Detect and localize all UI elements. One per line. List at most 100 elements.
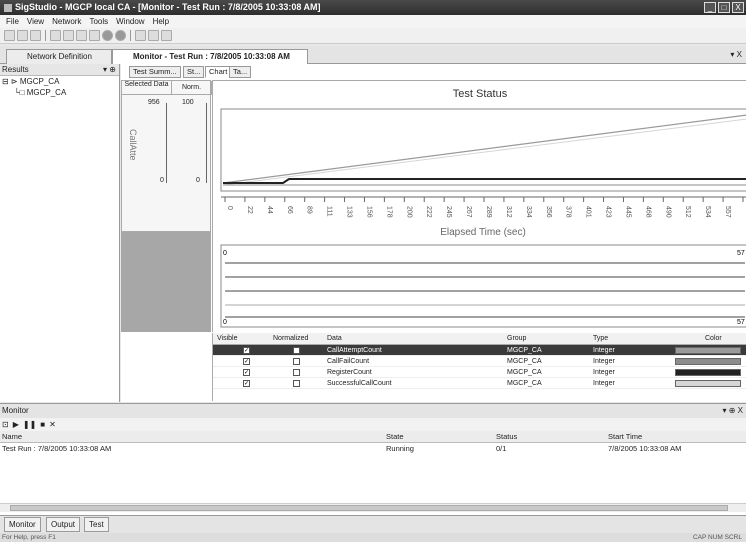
- series-row[interactable]: ✓ CallAttemptCount MGCP_CA Integer: [213, 345, 746, 356]
- normalized-checkbox[interactable]: [293, 358, 300, 365]
- x-tick-label: 334: [525, 206, 532, 218]
- tab-close-icon[interactable]: ▾ X: [730, 50, 742, 59]
- subtab-table[interactable]: Ta...: [229, 66, 252, 78]
- norm-max-label: 100: [182, 99, 194, 106]
- export-icon[interactable]: ⊡: [2, 420, 9, 429]
- col-data: Data: [327, 335, 342, 342]
- x-tick-label: 468: [644, 206, 651, 218]
- series-table-header: Visible Normalized Data Group Type Color: [213, 333, 746, 345]
- x-tick-label: 44: [266, 206, 273, 214]
- normalized-checkbox[interactable]: [293, 347, 300, 354]
- menu-file[interactable]: File: [6, 17, 19, 26]
- menu-tools[interactable]: Tools: [89, 17, 108, 26]
- tree-item-child[interactable]: └□ MGCP_CA: [0, 87, 119, 98]
- save-icon[interactable]: [30, 30, 41, 41]
- monitor-pin-icon[interactable]: ▾ ⊕ X: [723, 404, 744, 418]
- normalized-checkbox[interactable]: [293, 380, 300, 387]
- cell-data: RegisterCount: [327, 369, 372, 376]
- col-name[interactable]: Name: [2, 431, 22, 443]
- subtab-test-summary[interactable]: Test Summ...: [129, 66, 181, 78]
- stop-icon[interactable]: ■: [40, 420, 45, 429]
- color-swatch[interactable]: [675, 347, 741, 354]
- overview-start-bottom: 0: [223, 319, 227, 326]
- tab-network-definition[interactable]: Network Definition: [6, 49, 112, 64]
- visible-checkbox[interactable]: ✓: [243, 358, 250, 365]
- new-icon[interactable]: [4, 30, 15, 41]
- x-ticks-group: 0 22 44 66 89 111 133 156 178 200 222 245 267 289 312 3…: [224, 197, 746, 218]
- paste-icon[interactable]: [76, 30, 87, 41]
- overview-area[interactable]: [220, 244, 746, 328]
- close-button[interactable]: X: [732, 2, 744, 13]
- visible-checkbox[interactable]: ✓: [243, 347, 250, 354]
- stop-icon[interactable]: [115, 30, 126, 41]
- color-swatch[interactable]: [675, 380, 741, 387]
- monitor-tab-label: Monitor - Test Run : 7/8/2005 10:33:08 A…: [133, 52, 290, 61]
- visible-checkbox[interactable]: ✓: [243, 380, 250, 387]
- monitor-panel: Monitor ▾ ⊕ X ⊡ ▶ ❚❚ ■ ✕ Name State Stat…: [0, 403, 746, 515]
- tab-monitor[interactable]: Monitor - Test Run : 7/8/2005 10:33:08 A…: [112, 49, 308, 64]
- step-icon[interactable]: [135, 30, 146, 41]
- tab-test[interactable]: Test: [84, 517, 109, 532]
- x-tick-label: 178: [385, 206, 392, 218]
- cell-type: Integer: [593, 369, 615, 376]
- x-tick-label: 401: [585, 206, 592, 218]
- cut-icon[interactable]: [50, 30, 61, 41]
- tree-item-root[interactable]: ⊟ ⊳ MGCP_CA: [0, 76, 119, 87]
- x-tick-label: 356: [545, 206, 552, 218]
- selected-data-header: Selected Data: [122, 81, 172, 95]
- raw-min-label: 0: [160, 177, 164, 184]
- copy-icon[interactable]: [63, 30, 74, 41]
- toolbar: [0, 28, 746, 44]
- color-swatch[interactable]: [675, 369, 741, 376]
- collapse-icon[interactable]: ⊟ ⊳: [2, 77, 20, 86]
- app-icon: [4, 3, 12, 12]
- subtab-chart[interactable]: Chart: [205, 66, 232, 78]
- menu-window[interactable]: Window: [116, 17, 144, 26]
- minimize-button[interactable]: _: [704, 2, 716, 13]
- series-row[interactable]: ✓ SuccessfulCallCount MGCP_CA Integer: [213, 378, 746, 389]
- menu-network[interactable]: Network: [52, 17, 81, 26]
- series-row[interactable]: ✓ CallFailCount MGCP_CA Integer: [213, 356, 746, 367]
- status-help: For Help, press F1: [2, 534, 56, 541]
- subtab-status[interactable]: St...: [183, 66, 205, 78]
- visible-checkbox[interactable]: ✓: [243, 369, 250, 376]
- results-pin-icon[interactable]: ▾ ⊕: [103, 64, 116, 75]
- run-icon[interactable]: [102, 30, 113, 41]
- normalized-checkbox[interactable]: [293, 369, 300, 376]
- monitor-icon[interactable]: [148, 30, 159, 41]
- results-header: Results ▾ ⊕: [0, 64, 119, 76]
- x-tick-label: 534: [704, 206, 711, 218]
- raw-max-label: 956: [148, 99, 160, 106]
- menu-view[interactable]: View: [27, 17, 44, 26]
- monitor-row[interactable]: Test Run : 7/8/2005 10:33:08 AM Running …: [0, 443, 746, 454]
- monitor-header: Monitor ▾ ⊕ X: [0, 404, 746, 418]
- series-row[interactable]: ✓ RegisterCount MGCP_CA Integer: [213, 367, 746, 378]
- tab-monitor-bottom[interactable]: Monitor: [4, 517, 41, 532]
- scroll-thumb[interactable]: [10, 505, 728, 511]
- col-state[interactable]: State: [386, 431, 404, 443]
- open-icon[interactable]: [17, 30, 28, 41]
- menu-help[interactable]: Help: [153, 17, 169, 26]
- raw-axis-line: [166, 103, 167, 183]
- chart-title: Test Status: [453, 88, 508, 100]
- menu-bar: File View Network Tools Window Help: [0, 15, 746, 28]
- test-status-chart: Test Status 0 22 44 66 89 111 133 156 178 200 222 2…: [212, 80, 746, 332]
- maximize-button[interactable]: □: [718, 2, 730, 13]
- col-status[interactable]: Status: [496, 431, 517, 443]
- undo-icon[interactable]: [89, 30, 100, 41]
- col-start-time[interactable]: Start Time: [608, 431, 642, 443]
- bottom-tab-strip: Monitor Output Test: [0, 515, 746, 533]
- x-tick-label: 111: [326, 206, 333, 217]
- pause-icon[interactable]: ❚❚: [23, 420, 36, 429]
- tab-output[interactable]: Output: [46, 517, 81, 532]
- cell-type: Integer: [593, 358, 615, 365]
- color-swatch[interactable]: [675, 358, 741, 365]
- tree-child-label: MGCP_CA: [26, 88, 67, 97]
- network-icon[interactable]: [161, 30, 172, 41]
- play-icon[interactable]: ▶: [13, 420, 19, 429]
- tree-root-label: MGCP_CA: [19, 77, 60, 86]
- monitor-title: Monitor: [2, 406, 29, 415]
- cell-data: CallFailCount: [327, 358, 370, 365]
- horizontal-scrollbar[interactable]: [0, 503, 746, 512]
- delete-icon[interactable]: ✕: [49, 420, 56, 429]
